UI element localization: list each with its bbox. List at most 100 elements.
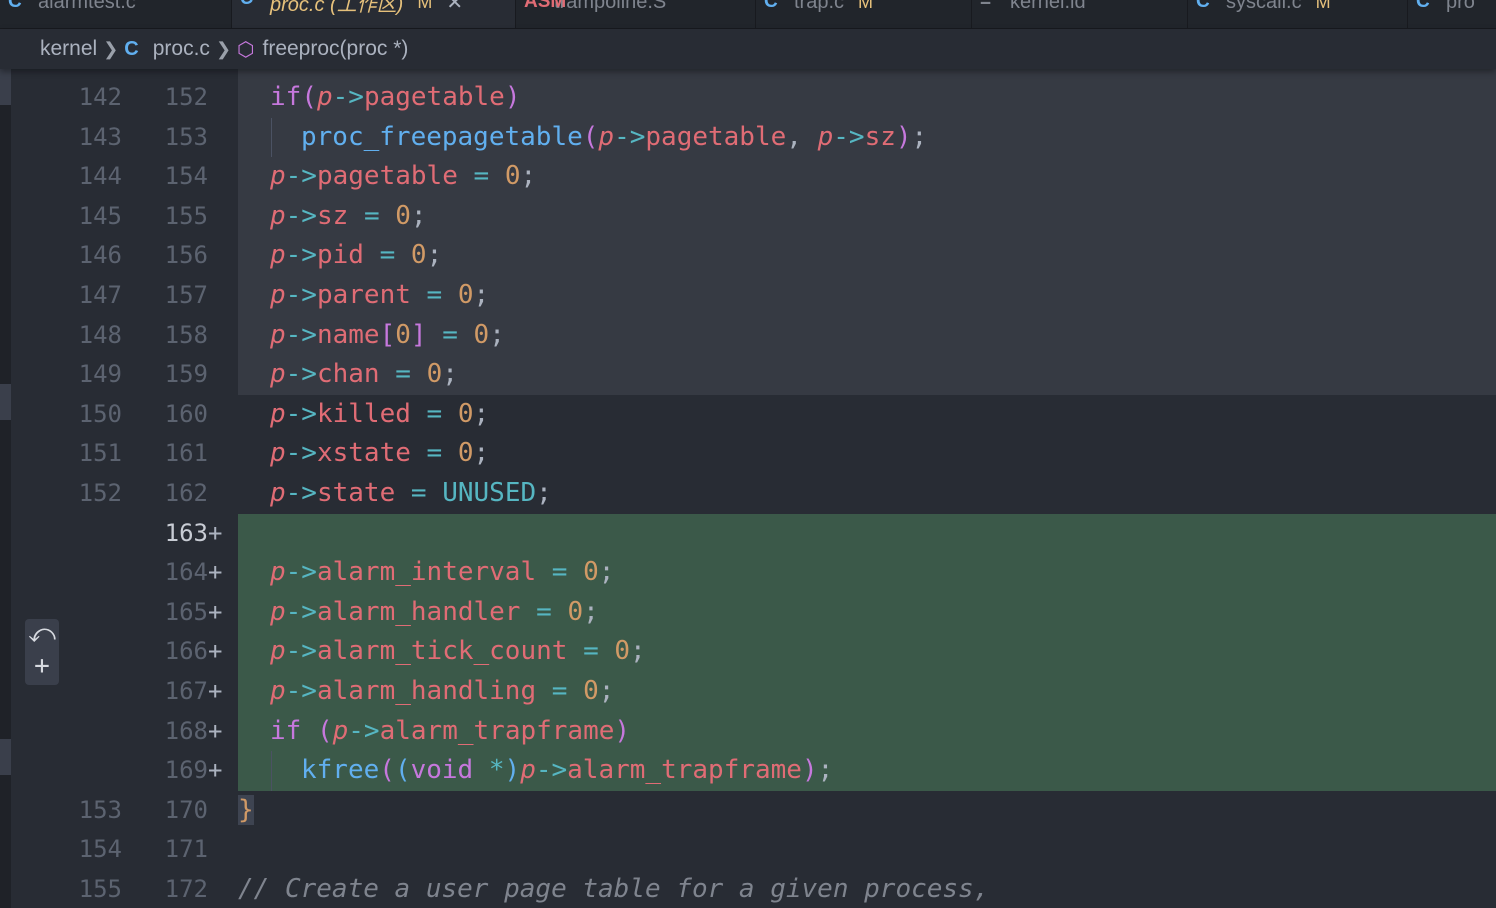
old-line-number: 147: [78, 281, 122, 309]
breadcrumb-file-label: proc.c: [152, 37, 210, 60]
old-line-number: 149: [78, 360, 122, 389]
code-line: 144 154 p->pagetable = 0;: [0, 157, 1496, 197]
tab-label: alarmtest.c: [38, 0, 136, 13]
tab-label: trap.c: [794, 0, 845, 13]
added-line: 169 + kfree((void *)p->alarm_trapframe);: [0, 751, 1496, 791]
stage-change-icon[interactable]: +: [25, 651, 59, 683]
code-text: p->pid = 0;: [270, 240, 443, 271]
method-cube-icon: ⬡: [237, 38, 255, 61]
old-line-number: 154: [78, 835, 122, 864]
c-file-icon: C: [124, 37, 139, 60]
added-marker-icon: +: [208, 677, 223, 705]
added-marker-icon: +: [208, 597, 223, 626]
added-line: 163 +: [0, 513, 1496, 554]
code-line: 147 157 p->parent = 0;: [0, 276, 1496, 316]
code-line: 155 172 // Create a user page table for …: [0, 870, 1496, 908]
new-line-number: 163: [164, 518, 208, 547]
new-line-number: 161: [164, 439, 208, 468]
c-file-icon: C: [8, 0, 22, 12]
breadcrumb: kernel ❯ Cproc.c ❯ ⬡ freeproc(proc *): [0, 29, 1496, 69]
tab-label: pro: [1446, 0, 1475, 13]
breadcrumb-folder[interactable]: kernel: [40, 37, 97, 61]
new-line-number: 152: [164, 83, 208, 111]
new-line-number: 156: [164, 241, 208, 270]
tab-trap[interactable]: Ctrap.c M: [756, 0, 972, 28]
tab-label: syscall.c: [1226, 0, 1302, 13]
code-text: p->alarm_interval = 0;: [270, 557, 615, 588]
new-line-number: 168: [164, 716, 208, 745]
linker-file-icon: =: [980, 0, 992, 12]
new-line-number: 166: [164, 637, 208, 666]
added-line: 167 + p->alarm_handling = 0;: [0, 672, 1496, 712]
added-line: 166 + p->alarm_tick_count = 0;: [0, 632, 1496, 672]
code-text: proc_freepagetable(p->pagetable, p->sz);: [301, 121, 928, 152]
code-line: 151 161 p->xstate = 0;: [0, 434, 1496, 474]
c-file-icon: C: [1416, 0, 1430, 12]
revert-change-icon[interactable]: ⤺: [25, 619, 59, 651]
modified-badge: M: [417, 0, 433, 12]
code-text: if (p->alarm_trapframe): [270, 715, 631, 746]
old-line-number: 144: [78, 162, 122, 191]
c-file-icon: C: [1196, 0, 1210, 12]
tab-label: trampoline.S: [554, 0, 667, 13]
close-icon[interactable]: ✕: [446, 0, 463, 15]
breadcrumb-symbol[interactable]: ⬡ freeproc(proc *): [237, 37, 408, 62]
code-text: p->parent = 0;: [270, 280, 490, 310]
new-line-number: 172: [164, 875, 208, 903]
code-line: 153 170 }: [0, 791, 1496, 831]
tab-bar: Calarmtest.c Cproc.c (工作区) M ✕ ASMtrampoli…: [0, 0, 1496, 29]
old-line-number: 142: [78, 83, 122, 111]
code-text: }: [238, 794, 254, 825]
new-line-number: 170: [164, 795, 208, 824]
code-text: p->sz = 0;: [270, 200, 427, 231]
code-text: p->name[0] = 0;: [270, 319, 505, 350]
code-text: if(p->pagetable): [270, 82, 521, 112]
tab-kernel-ld[interactable]: = kernel.ld: [972, 0, 1188, 28]
new-line-number: 157: [164, 281, 208, 309]
code-line: 154 171: [0, 830, 1496, 870]
tab-pro[interactable]: Cpro: [1408, 0, 1496, 28]
tab-syscall[interactable]: Csyscall.c M: [1188, 0, 1408, 28]
code-text: p->alarm_handling = 0;: [270, 676, 615, 706]
code-comment: // Create a user page table for a given …: [238, 874, 990, 904]
code-line: 148 158 p->name[0] = 0;: [0, 315, 1496, 356]
new-line-number: 167: [164, 677, 208, 705]
added-marker-icon: +: [208, 518, 223, 547]
new-line-number: 165: [164, 597, 208, 626]
new-line-number: 159: [164, 360, 208, 389]
code-line: 146 156 p->pid = 0;: [0, 236, 1496, 276]
chevron-right-icon: ❯: [103, 38, 119, 59]
code-text: p->xstate = 0;: [270, 438, 490, 469]
tab-proc[interactable]: Cproc.c (工作区) M ✕: [232, 0, 516, 28]
old-line-number: 145: [78, 201, 122, 230]
new-line-number: 155: [164, 201, 208, 230]
added-marker-icon: +: [208, 716, 223, 745]
tab-trampoline[interactable]: ASM trampoline.S: [516, 0, 756, 28]
code-line: 143 153 proc_freepagetable(p->pagetable,…: [0, 117, 1496, 158]
c-file-icon: C: [240, 0, 254, 10]
new-line-number: 160: [164, 399, 208, 428]
old-line-number: 152: [78, 479, 122, 507]
breadcrumb-symbol-label: freeproc(proc *): [262, 37, 409, 60]
old-line-number: 155: [78, 875, 122, 903]
code-line: 145 155 p->sz = 0;: [0, 196, 1496, 237]
new-line-number: 171: [164, 835, 208, 864]
added-marker-icon: +: [208, 756, 223, 785]
code-text: kfree((void *)p->alarm_trapframe);: [301, 755, 834, 786]
modified-badge: M: [1315, 0, 1331, 12]
code-text: p->pagetable = 0;: [270, 161, 537, 192]
code-text: p->alarm_handler = 0;: [270, 596, 599, 627]
code-line: 149 159 p->chan = 0;: [0, 355, 1496, 395]
asm-file-icon: ASM: [524, 0, 567, 12]
new-line-number: 164: [164, 558, 208, 587]
breadcrumb-file[interactable]: Cproc.c: [124, 37, 210, 61]
diff-editor[interactable]: 142 152 if(p->pagetable) 143 153 proc_fr…: [0, 69, 1496, 908]
modified-badge: M: [858, 0, 874, 12]
code-text: p->alarm_tick_count = 0;: [270, 636, 646, 667]
hunk-actions: ⤺ +: [25, 619, 59, 685]
old-line-number: 143: [78, 122, 122, 151]
chevron-right-icon: ❯: [215, 38, 232, 59]
code-line: 142 152 if(p->pagetable): [0, 78, 1496, 118]
added-line: 165 + p->alarm_handler = 0;: [0, 592, 1496, 633]
tab-alarmtest[interactable]: Calarmtest.c: [0, 0, 232, 28]
